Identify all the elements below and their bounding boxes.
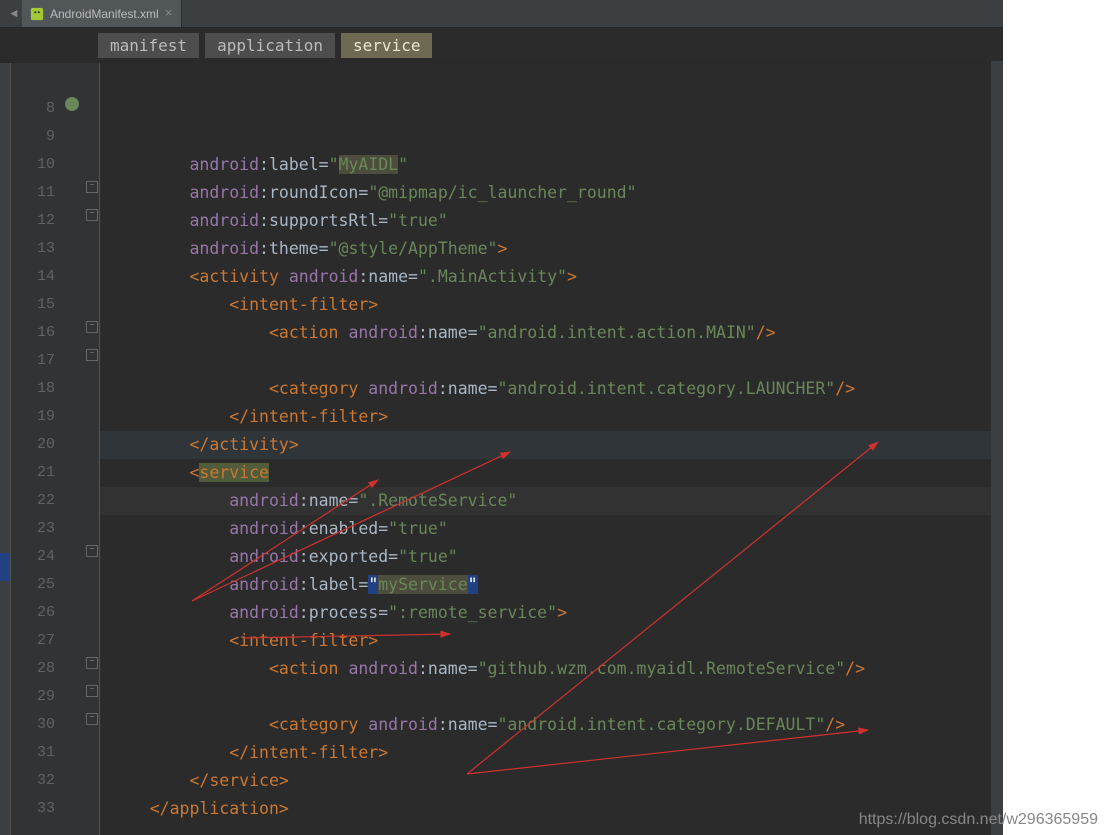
line-number: 23 [11,515,55,543]
tab-bar: ◄ AndroidManifest.xml × [0,0,1003,28]
line-number: 11 [11,179,55,207]
fold-icon[interactable]: − [86,685,98,697]
line-number: 15 [11,291,55,319]
line-number: 19 [11,403,55,431]
crumb-application[interactable]: application [205,33,335,58]
line-number: 8 [11,95,55,123]
fold-icon[interactable]: − [86,713,98,725]
line-number [11,67,55,95]
line-number: 24 [11,543,55,571]
line-gutter: 8 9 10 11 12 13 14 15 16 17 18 19 20 21 … [11,63,63,835]
fold-icon[interactable]: − [86,209,98,221]
line-number: 28 [11,655,55,683]
line-number: 27 [11,627,55,655]
line-number: 18 [11,375,55,403]
crumb-manifest[interactable]: manifest [98,33,199,58]
fold-icon[interactable]: − [86,349,98,361]
line-number: 22 [11,487,55,515]
line-number: 32 [11,767,55,795]
line-number: 21 [11,459,55,487]
fold-icon[interactable]: − [86,181,98,193]
fold-column: − − − − − − − − [83,63,100,835]
fold-icon[interactable]: − [86,657,98,669]
line-number: 26 [11,599,55,627]
fold-icon[interactable]: − [86,321,98,333]
line-number: 9 [11,123,55,151]
marker-column [63,63,83,835]
line-number: 33 [11,795,55,823]
gutter-icon[interactable] [65,97,79,111]
line-number: 16 [11,319,55,347]
breadcrumb: manifest application service [0,28,1003,63]
line-number: 10 [11,151,55,179]
code-area[interactable]: android:label="MyAIDL" android:roundIcon… [100,63,1003,835]
line-number: 25 [11,571,55,599]
ide-window: ◄ AndroidManifest.xml × manifest applica… [0,0,1003,835]
line-number: 17 [11,347,55,375]
xml-file-icon [30,7,44,21]
crumb-service[interactable]: service [341,33,432,58]
line-number: 30 [11,711,55,739]
line-number: 14 [11,263,55,291]
line-number: 12 [11,207,55,235]
watermark: https://blog.csdn.net/w296365959 [859,811,1098,829]
file-tab-label: AndroidManifest.xml [50,7,159,21]
file-tab[interactable]: AndroidManifest.xml × [22,0,182,27]
fold-icon[interactable]: − [86,545,98,557]
line-number: 29 [11,683,55,711]
left-strip [0,63,11,835]
line-number: 13 [11,235,55,263]
editor[interactable]: 8 9 10 11 12 13 14 15 16 17 18 19 20 21 … [0,63,1003,835]
close-icon[interactable]: × [165,7,173,20]
line-number: 20 [11,431,55,459]
tab-scroll-left-icon[interactable]: ◄ [6,0,22,27]
line-number: 31 [11,739,55,767]
